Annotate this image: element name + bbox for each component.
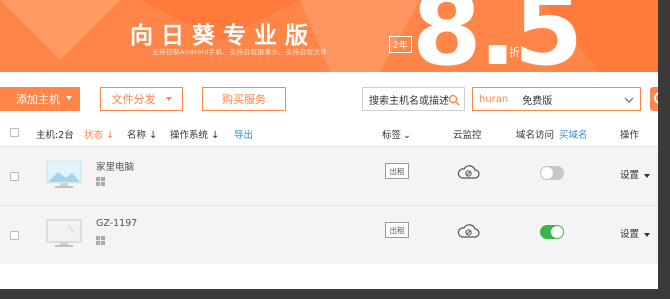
cloud-monitor-header: 云监控 xyxy=(453,130,482,141)
search-icon[interactable] xyxy=(448,94,460,106)
file-distribution-label: 文件分发 xyxy=(111,93,156,106)
sort-name-label: 名称 xyxy=(127,130,147,141)
domain-access-toggle[interactable] xyxy=(540,225,564,239)
chevron-down-icon: ⌄ xyxy=(403,130,411,141)
sort-status[interactable]: 状态 ↓ xyxy=(84,127,114,141)
tag-column-label: 标签 xyxy=(382,130,402,141)
row-checkbox[interactable] xyxy=(10,231,19,240)
toggle-knob xyxy=(551,226,563,238)
rent-tag-button[interactable]: 出租 xyxy=(385,163,409,179)
table-row[interactable]: 家里电脑 出租 设置 xyxy=(0,146,658,205)
chevron-down-icon xyxy=(644,173,651,178)
banner-discount-unit: 折 xyxy=(509,46,520,59)
tag-column[interactable]: 标签 ⌄ xyxy=(382,127,411,141)
rent-tag-button[interactable]: 出租 xyxy=(385,222,409,238)
host-count: 主机:2台 xyxy=(36,130,74,141)
brand-logo-text: huran xyxy=(479,93,509,105)
buy-service-button[interactable]: 购买服务 xyxy=(202,87,286,111)
sort-down-icon: ↓ xyxy=(149,130,158,141)
app-window: 向日葵专业版 支持控制Android手机、支持远程摄像头、支持远程文件 2年 8… xyxy=(0,0,658,289)
search-input[interactable]: 搜索主机名或描述 xyxy=(362,87,465,111)
banner-subtitle: 支持控制Android手机、支持远程摄像头、支持远程文件 xyxy=(152,48,328,56)
windows-icon xyxy=(96,177,105,186)
sort-down-icon: ↓ xyxy=(106,130,115,141)
sort-os[interactable]: 操作系统 ↓ xyxy=(170,127,219,141)
promo-banner[interactable]: 向日葵专业版 支持控制Android手机、支持远程摄像头、支持远程文件 2年 8… xyxy=(0,0,658,72)
search-placeholder: 搜索主机名或描述 xyxy=(369,95,449,107)
buy-service-label: 购买服务 xyxy=(222,93,266,106)
cloud-monitor-icon[interactable] xyxy=(456,164,480,180)
table-row[interactable]: GZ-1197 出租 设置 xyxy=(0,205,658,264)
desktop-monitor-icon xyxy=(46,219,82,247)
desktop-monitor-icon xyxy=(46,160,82,188)
settings-label: 设置 xyxy=(620,170,640,181)
banner-years: 2年 xyxy=(389,36,412,53)
host-name[interactable]: 家里电脑 xyxy=(96,159,134,173)
row-checkbox[interactable] xyxy=(10,172,19,181)
domain-access-header: 域名访问 xyxy=(516,130,555,141)
banner-title: 向日葵专业版 xyxy=(130,23,316,49)
refresh-icon xyxy=(654,92,658,104)
edition-select[interactable]: huran 免费版 xyxy=(472,87,641,111)
edition-label: 免费版 xyxy=(522,95,553,107)
settings-dropdown[interactable]: 设置 xyxy=(620,167,651,181)
file-distribution-button[interactable]: 文件分发 xyxy=(100,87,183,111)
buy-domain-link[interactable]: 买域名 xyxy=(559,127,588,141)
toggle-knob xyxy=(541,167,553,179)
select-all-checkbox[interactable] xyxy=(10,128,19,137)
refresh-button[interactable] xyxy=(650,87,658,111)
chevron-down-icon xyxy=(624,97,634,103)
cloud-monitor-icon[interactable] xyxy=(456,223,480,239)
chevron-down-icon xyxy=(165,97,172,101)
sort-down-icon: ↓ xyxy=(211,130,220,141)
settings-dropdown[interactable]: 设置 xyxy=(620,226,651,240)
action-header: 操作 xyxy=(620,130,640,141)
windows-icon xyxy=(96,236,105,245)
settings-label: 设置 xyxy=(620,229,640,240)
sort-os-label: 操作系统 xyxy=(170,130,209,141)
chevron-down-icon xyxy=(66,96,72,100)
host-name[interactable]: GZ-1197 xyxy=(96,218,137,229)
sort-status-label: 状态 xyxy=(84,130,104,141)
table-header: 主机:2台 状态 ↓ 名称 ↓ 操作系统 ↓ 导出 标签 ⌄ 云监控 域名访问 买域名 … xyxy=(0,122,658,144)
export-link[interactable]: 导出 xyxy=(234,127,253,141)
add-host-button[interactable]: 添加主机 xyxy=(0,87,80,111)
chevron-down-icon xyxy=(644,232,651,237)
toolbar: 添加主机 文件分发 购买服务 搜索主机名或描述 huran 免费版 xyxy=(0,72,658,120)
add-host-label: 添加主机 xyxy=(16,93,60,106)
banner-discount-number: 8.5 xyxy=(412,0,583,72)
domain-access-toggle[interactable] xyxy=(540,166,564,180)
sort-name[interactable]: 名称 ↓ xyxy=(127,127,157,141)
